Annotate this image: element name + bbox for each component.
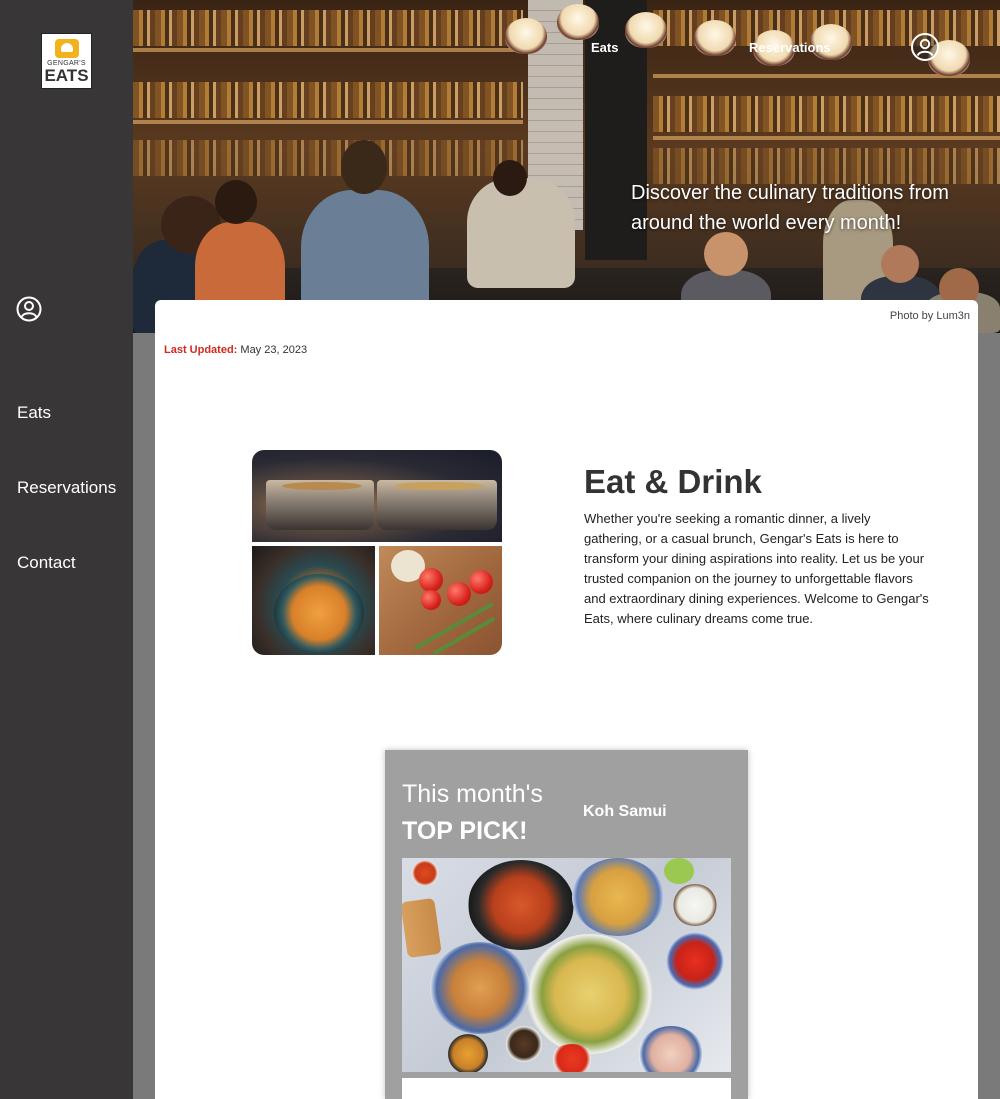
last-updated: Last Updated: May 23, 2023	[164, 344, 307, 356]
top-pick-details-area	[402, 1078, 731, 1099]
top-pick-food-photo	[402, 858, 731, 1072]
top-pick-heading-line1: This month's	[402, 780, 543, 808]
section-description: Whether you're seeking a romantic dinner…	[584, 511, 929, 626]
sidebar: GENGAR'S EATS Eats Reservations Contact	[0, 0, 133, 1099]
hero-tagline: Discover the culinary traditions from ar…	[631, 182, 949, 234]
user-account-icon[interactable]	[16, 296, 42, 322]
section-title: Eat & Drink	[584, 463, 762, 500]
header-nav-eats[interactable]: Eats	[591, 40, 618, 55]
sidebar-item-reservations[interactable]: Reservations	[17, 478, 116, 498]
brand-logo[interactable]: GENGAR'S EATS	[41, 33, 92, 89]
collage-pots-photo	[252, 450, 502, 542]
photo-credit: Photo by Lum3n	[889, 310, 970, 322]
last-updated-date: May 23, 2023	[240, 344, 308, 356]
logo-line2: EATS	[44, 66, 89, 85]
header-nav-reservations[interactable]: Reservations	[749, 40, 831, 55]
collage-fried-dish-photo	[252, 546, 375, 655]
top-pick-card[interactable]: This month's TOP PICK! Koh Samui	[385, 750, 748, 1099]
top-pick-heading-line2: TOP PICK!	[402, 817, 528, 845]
last-updated-label: Last Updated:	[164, 344, 238, 356]
hero-banner: Eats Reservations Discover the culinary …	[133, 0, 1000, 333]
sidebar-item-eats[interactable]: Eats	[17, 403, 51, 423]
header-user-icon[interactable]	[911, 33, 939, 61]
main-content-card: Photo by Lum3n Last Updated: May 23, 202…	[155, 300, 978, 1099]
collage-tomatoes-photo	[379, 546, 502, 655]
top-pick-restaurant-name[interactable]: Koh Samui	[583, 803, 667, 821]
chef-hat-icon	[55, 39, 79, 58]
food-collage-image	[252, 450, 502, 655]
sidebar-item-contact[interactable]: Contact	[17, 553, 76, 573]
